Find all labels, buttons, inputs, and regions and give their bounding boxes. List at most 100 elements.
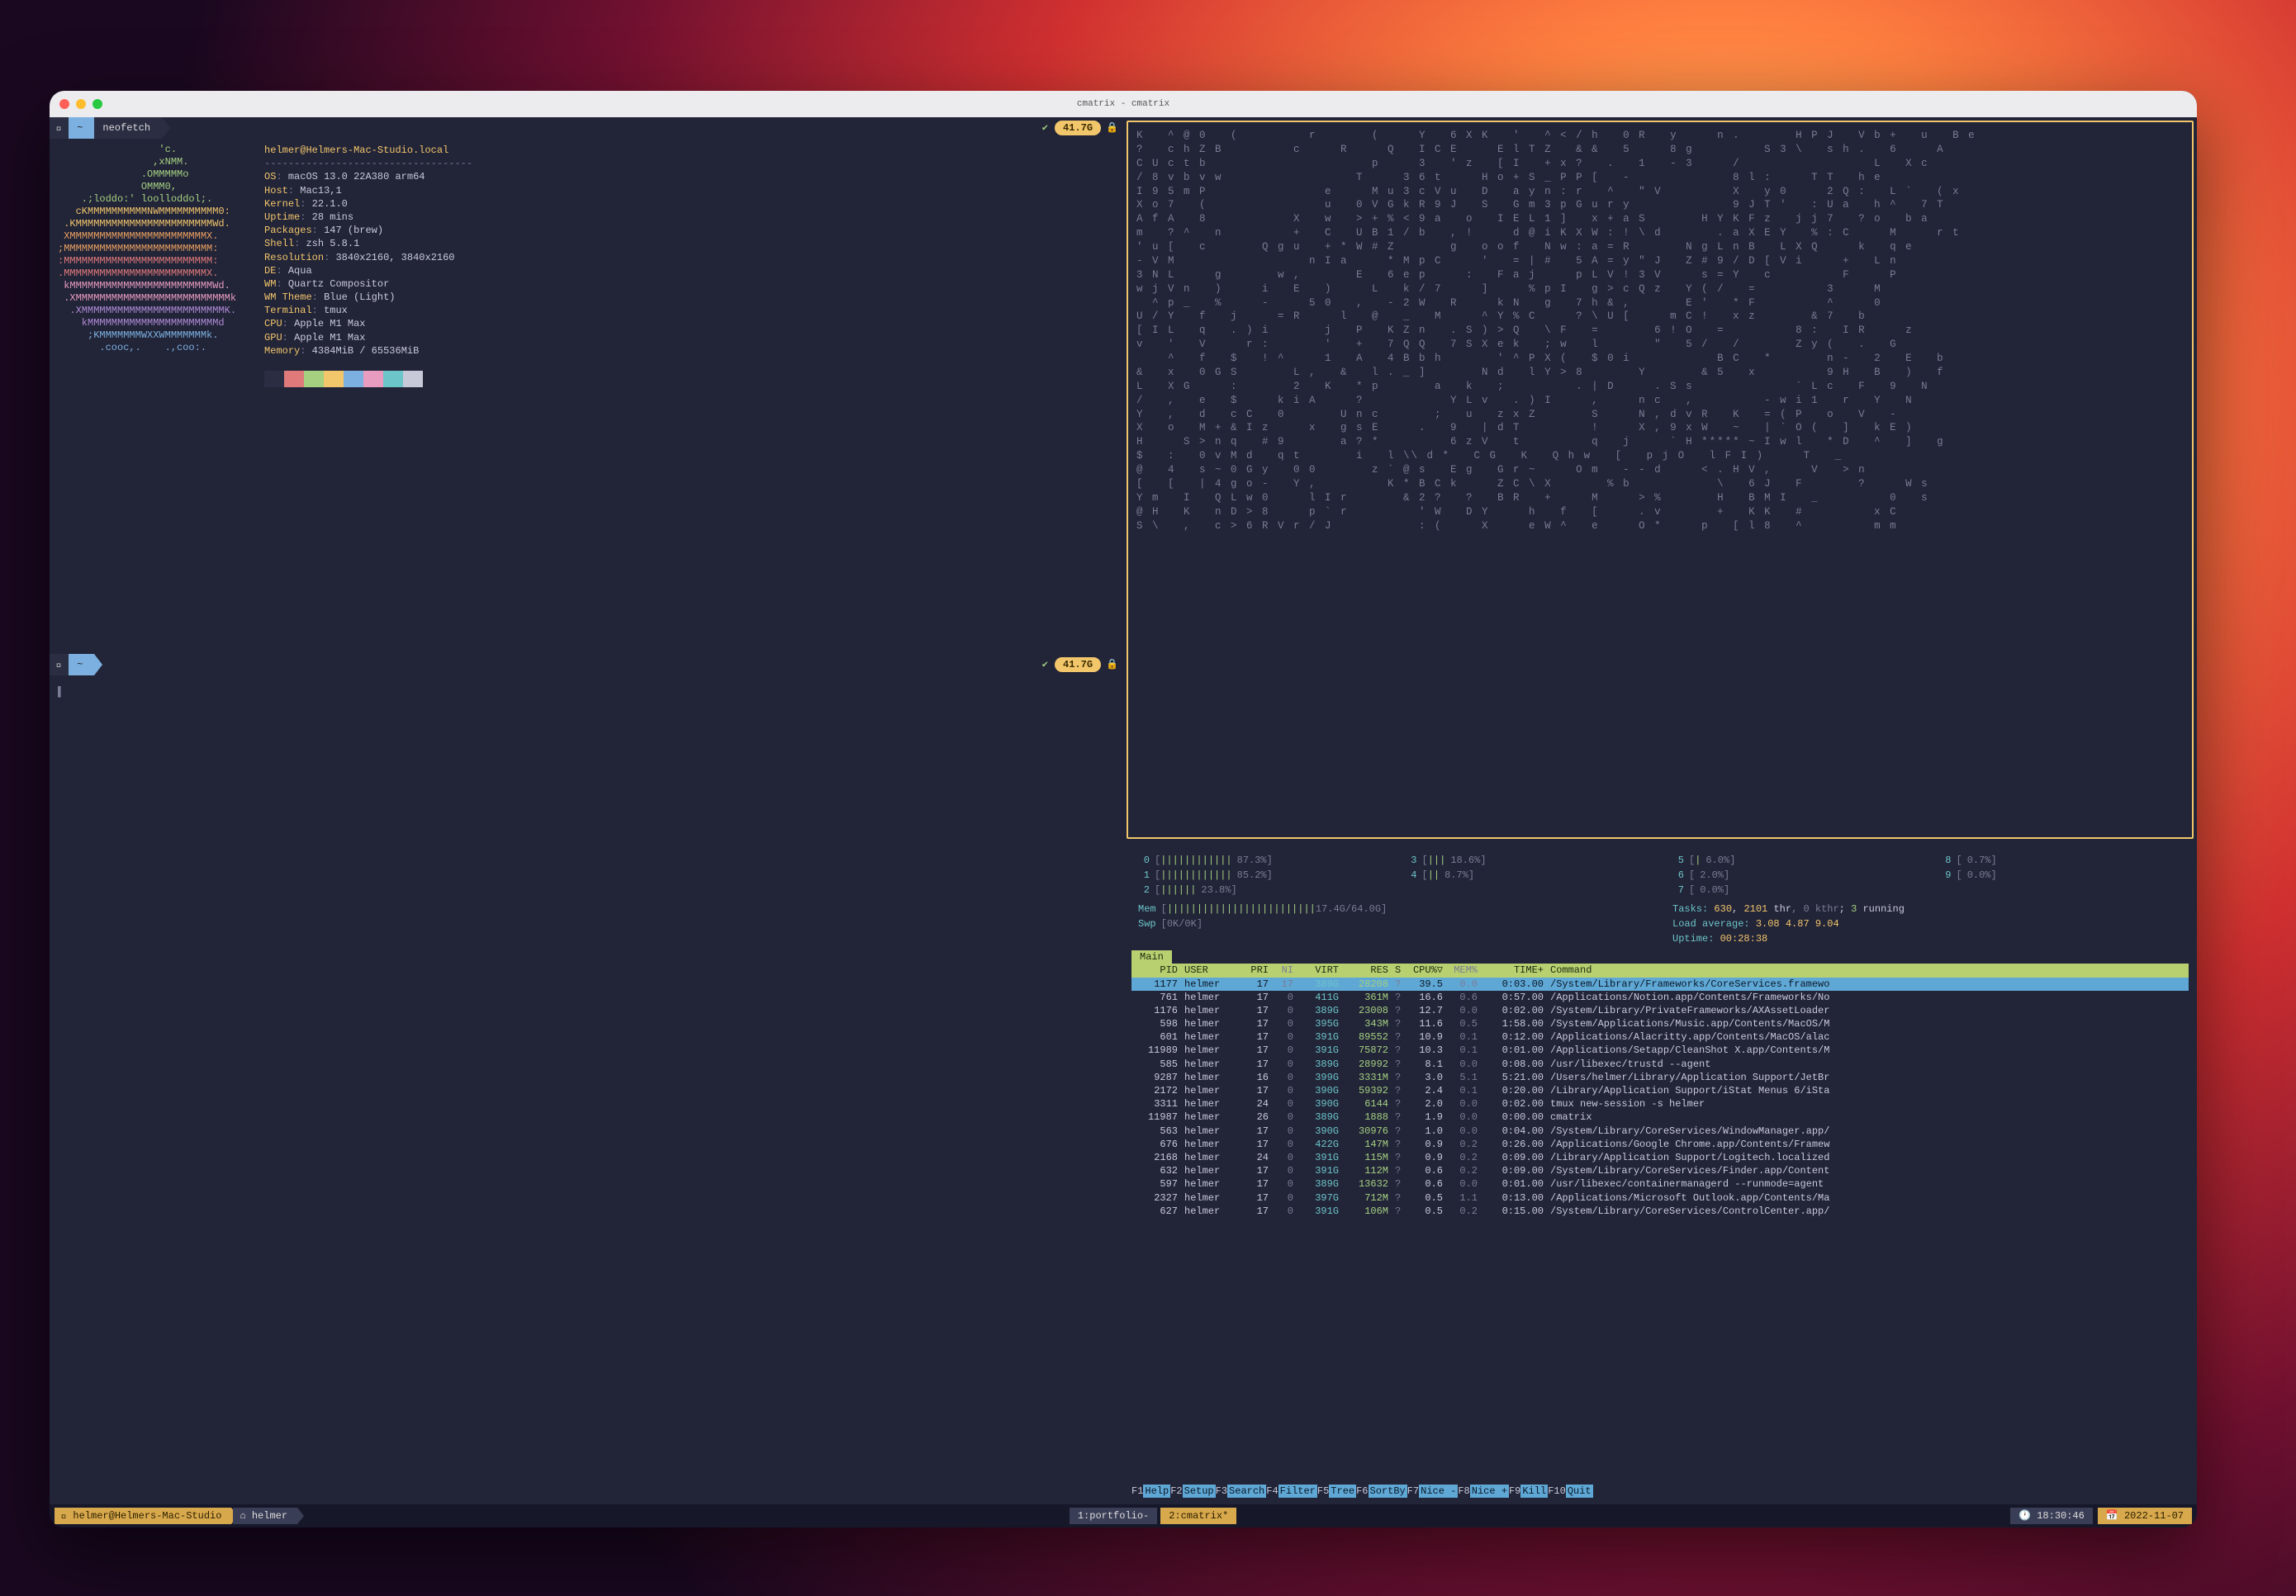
fkey-label-help[interactable]: Help: [1143, 1485, 1170, 1498]
cpu-meter-4: 4[||8.7%]: [1406, 869, 1648, 882]
fkey-f10[interactable]: F10: [1548, 1485, 1566, 1498]
process-row[interactable]: 3311helmer240390G6144?2.00.00:02.00tmux …: [1131, 1097, 2189, 1111]
neofetch-line-resolution: Resolution: 3840x2160, 3840x2160: [264, 251, 472, 264]
process-row[interactable]: 585helmer170389G28992?8.10.00:08.00/usr/…: [1131, 1058, 2189, 1071]
minimize-button[interactable]: [76, 99, 86, 109]
process-row[interactable]: 676helmer170422G147M?0.90.20:26.00/Appli…: [1131, 1138, 2189, 1151]
fkey-label-quit[interactable]: Quit: [1566, 1485, 1593, 1498]
fkey-label-search[interactable]: Search: [1227, 1485, 1266, 1498]
close-button[interactable]: [59, 99, 69, 109]
fkey-f1[interactable]: F1: [1131, 1485, 1143, 1498]
process-row[interactable]: 601helmer170391G89552?10.90.10:12.00/App…: [1131, 1030, 2189, 1044]
htop-header-row[interactable]: PIDUSERPRINIVIRTRESSCPU%▽MEM%TIME+Comman…: [1131, 964, 2189, 977]
htop-table[interactable]: Main PIDUSERPRINIVIRTRESSCPU%▽MEM%TIME+C…: [1131, 950, 2189, 1485]
pane-path: ~: [69, 654, 94, 675]
neofetch-line-packages: Packages: 147 (brew): [264, 224, 472, 237]
lock-icon: 🔒: [1101, 658, 1123, 671]
process-row[interactable]: 1176helmer170389G23008?12.70.00:02.00/Sy…: [1131, 1004, 2189, 1017]
col-header-pid[interactable]: PID: [1131, 964, 1181, 977]
process-row[interactable]: 761helmer170411G361M?16.60.60:57.00/Appl…: [1131, 991, 2189, 1004]
fkey-f3[interactable]: F3: [1216, 1485, 1227, 1498]
cpu-meter-7: 7[0.0%]: [1672, 883, 1915, 897]
process-row[interactable]: 1177helmer1717389G28208?39.50.00:03.00/S…: [1131, 978, 2189, 991]
htop-tab-main[interactable]: Main: [1131, 950, 1172, 964]
tmux-windows[interactable]: 1:portfolio-2:cmatrix*: [1066, 1508, 1236, 1524]
col-header-command[interactable]: Command: [1547, 964, 2189, 977]
check-icon: ✔: [1036, 121, 1055, 135]
process-row[interactable]: 11989helmer170391G75872?10.30.10:01.00/A…: [1131, 1044, 2189, 1057]
neofetch-line-memory: Memory: 4384MiB / 65536MiB: [264, 344, 472, 358]
col-header-virt[interactable]: VIRT: [1297, 964, 1342, 977]
pane-cmatrix[interactable]: K ^ @ 0 ( r ( Y 6 X K ' ^ < / h 0 R y n …: [1127, 121, 2194, 839]
fkey-f5[interactable]: F5: [1317, 1485, 1329, 1498]
process-row[interactable]: 2168helmer240391G115M?0.90.20:09.00/Libr…: [1131, 1151, 2189, 1164]
cpu-meter-9: 9[0.0%]: [1940, 869, 2183, 882]
htop-fkeys[interactable]: F1HelpF2SetupF3SearchF4FilterF5TreeF6Sor…: [1131, 1485, 2189, 1498]
tasks-line: Tasks: 630, 2101 thr, 0 kthr; 3 running: [1672, 902, 2182, 916]
col-header-ni[interactable]: NI: [1272, 964, 1297, 977]
process-row[interactable]: 597helmer170389G13632?0.60.00:01.00/usr/…: [1131, 1177, 2189, 1191]
fkey-label-filter[interactable]: Filter: [1278, 1485, 1317, 1498]
neofetch-line-gpu: GPU: Apple M1 Max: [264, 331, 472, 344]
pane-htop[interactable]: 0[||||||||||||87.3%]3[|||18.6%]5[|6.0%]8…: [1123, 842, 2197, 1504]
fkey-label-kill[interactable]: Kill: [1520, 1485, 1548, 1498]
pane-header:  ~ neofetch ✔ 41.7G 🔒: [50, 117, 1123, 139]
process-row[interactable]: 9287helmer160399G3331M?3.05.15:21.00/Use…: [1131, 1071, 2189, 1084]
fkey-label-nice-[interactable]: Nice -: [1419, 1485, 1458, 1498]
cpu-meter-5: 5[|6.0%]: [1672, 854, 1915, 867]
process-row[interactable]: 11987helmer260389G1888?1.90.00:00.00cmat…: [1131, 1111, 2189, 1124]
fkey-f6[interactable]: F6: [1356, 1485, 1368, 1498]
fkey-f4[interactable]: F4: [1266, 1485, 1278, 1498]
neofetch-line-uptime: Uptime: 28 mins: [264, 211, 472, 224]
tmux-panes:  ~ neofetch ✔ 41.7G 🔒 'c. ,xNMM. .OMMMM…: [50, 117, 2197, 1504]
cpu-meter-: [1940, 883, 2183, 897]
tmux-date: 📅 2022-11-07: [2098, 1508, 2192, 1524]
fkey-label-sortby[interactable]: SortBy: [1369, 1485, 1407, 1498]
uptime-line: Uptime: 00:28:38: [1672, 932, 2182, 945]
tmux-statusbar[interactable]:  helmer@Helmers-Mac-Studio ⌂ helmer 1:p…: [50, 1504, 2197, 1527]
fkey-label-setup[interactable]: Setup: [1183, 1485, 1216, 1498]
fkey-label-nice+[interactable]: Nice +: [1470, 1485, 1509, 1498]
htop-rows[interactable]: 1177helmer1717389G28208?39.50.00:03.00/S…: [1131, 978, 2189, 1218]
process-row[interactable]: 598helmer170395G343M?11.60.51:58.00/Syst…: [1131, 1017, 2189, 1030]
process-row[interactable]: 2172helmer170390G59392?2.40.10:20.00/Lib…: [1131, 1084, 2189, 1097]
col-header-cpu[interactable]: CPU%▽: [1407, 964, 1446, 977]
neofetch-info: helmer@Helmers-Mac-Studio.local --------…: [264, 144, 472, 387]
pane-shell[interactable]:  ~ ✔ 41.7G 🔒 ▌: [50, 654, 1123, 1504]
tmux-window[interactable]: 2:cmatrix*: [1160, 1508, 1236, 1524]
cmatrix-output: K ^ @ 0 ( r ( Y 6 X K ' ^ < / h 0 R y n …: [1136, 129, 2184, 831]
fkey-f2[interactable]: F2: [1170, 1485, 1182, 1498]
process-row[interactable]: 632helmer170391G112M?0.60.20:09.00/Syste…: [1131, 1164, 2189, 1177]
col-header-res[interactable]: RES: [1342, 964, 1392, 977]
mem-meter: Mem [|||||||||||||||||||||||||17.4G/64.0…: [1138, 902, 1648, 916]
fkey-f7[interactable]: F7: [1407, 1485, 1419, 1498]
col-header-user[interactable]: USER: [1181, 964, 1239, 977]
neofetch-separator: -----------------------------------: [264, 157, 472, 170]
col-header-s[interactable]: S: [1392, 964, 1407, 977]
tmux-host:  helmer@Helmers-Mac-Studio: [55, 1508, 231, 1524]
cpu-meter-2: 2[||||||23.8%]: [1138, 883, 1381, 897]
titlebar[interactable]: cmatrix - cmatrix: [50, 91, 2197, 117]
tmux-window[interactable]: 1:portfolio-: [1070, 1508, 1157, 1524]
fkey-f9[interactable]: F9: [1509, 1485, 1520, 1498]
fkey-f8[interactable]: F8: [1458, 1485, 1469, 1498]
neofetch-line-de: DE: Aqua: [264, 264, 472, 277]
check-icon: ✔: [1036, 658, 1055, 671]
col-header-pri[interactable]: PRI: [1239, 964, 1272, 977]
process-row[interactable]: 563helmer170390G30976?1.00.00:04.00/Syst…: [1131, 1125, 2189, 1138]
traffic-lights: [59, 99, 102, 109]
pane-neofetch[interactable]:  ~ neofetch ✔ 41.7G 🔒 'c. ,xNMM. .OMMMM…: [50, 117, 1123, 654]
process-row[interactable]: 627helmer170391G106M?0.50.20:15.00/Syste…: [1131, 1205, 2189, 1218]
col-header-time[interactable]: TIME+: [1481, 964, 1547, 977]
neofetch-line-wm-theme: WM Theme: Blue (Light): [264, 291, 472, 304]
lock-icon: 🔒: [1101, 121, 1123, 135]
fkey-label-tree[interactable]: Tree: [1329, 1485, 1356, 1498]
process-row[interactable]: 2327helmer170397G712M?0.51.10:13.00/Appl…: [1131, 1191, 2189, 1205]
zoom-button[interactable]: [93, 99, 102, 109]
col-header-mem[interactable]: MEM%: [1446, 964, 1481, 977]
window-title: cmatrix - cmatrix: [1077, 98, 1169, 111]
neofetch-line-shell: Shell: zsh 5.8.1: [264, 237, 472, 250]
shell-cursor: ▌: [58, 686, 64, 698]
pane-command: neofetch: [94, 117, 162, 139]
neofetch-output: 'c. ,xNMM. .OMMMMMo OMMM0, .;loddo:' loo…: [58, 144, 1115, 387]
